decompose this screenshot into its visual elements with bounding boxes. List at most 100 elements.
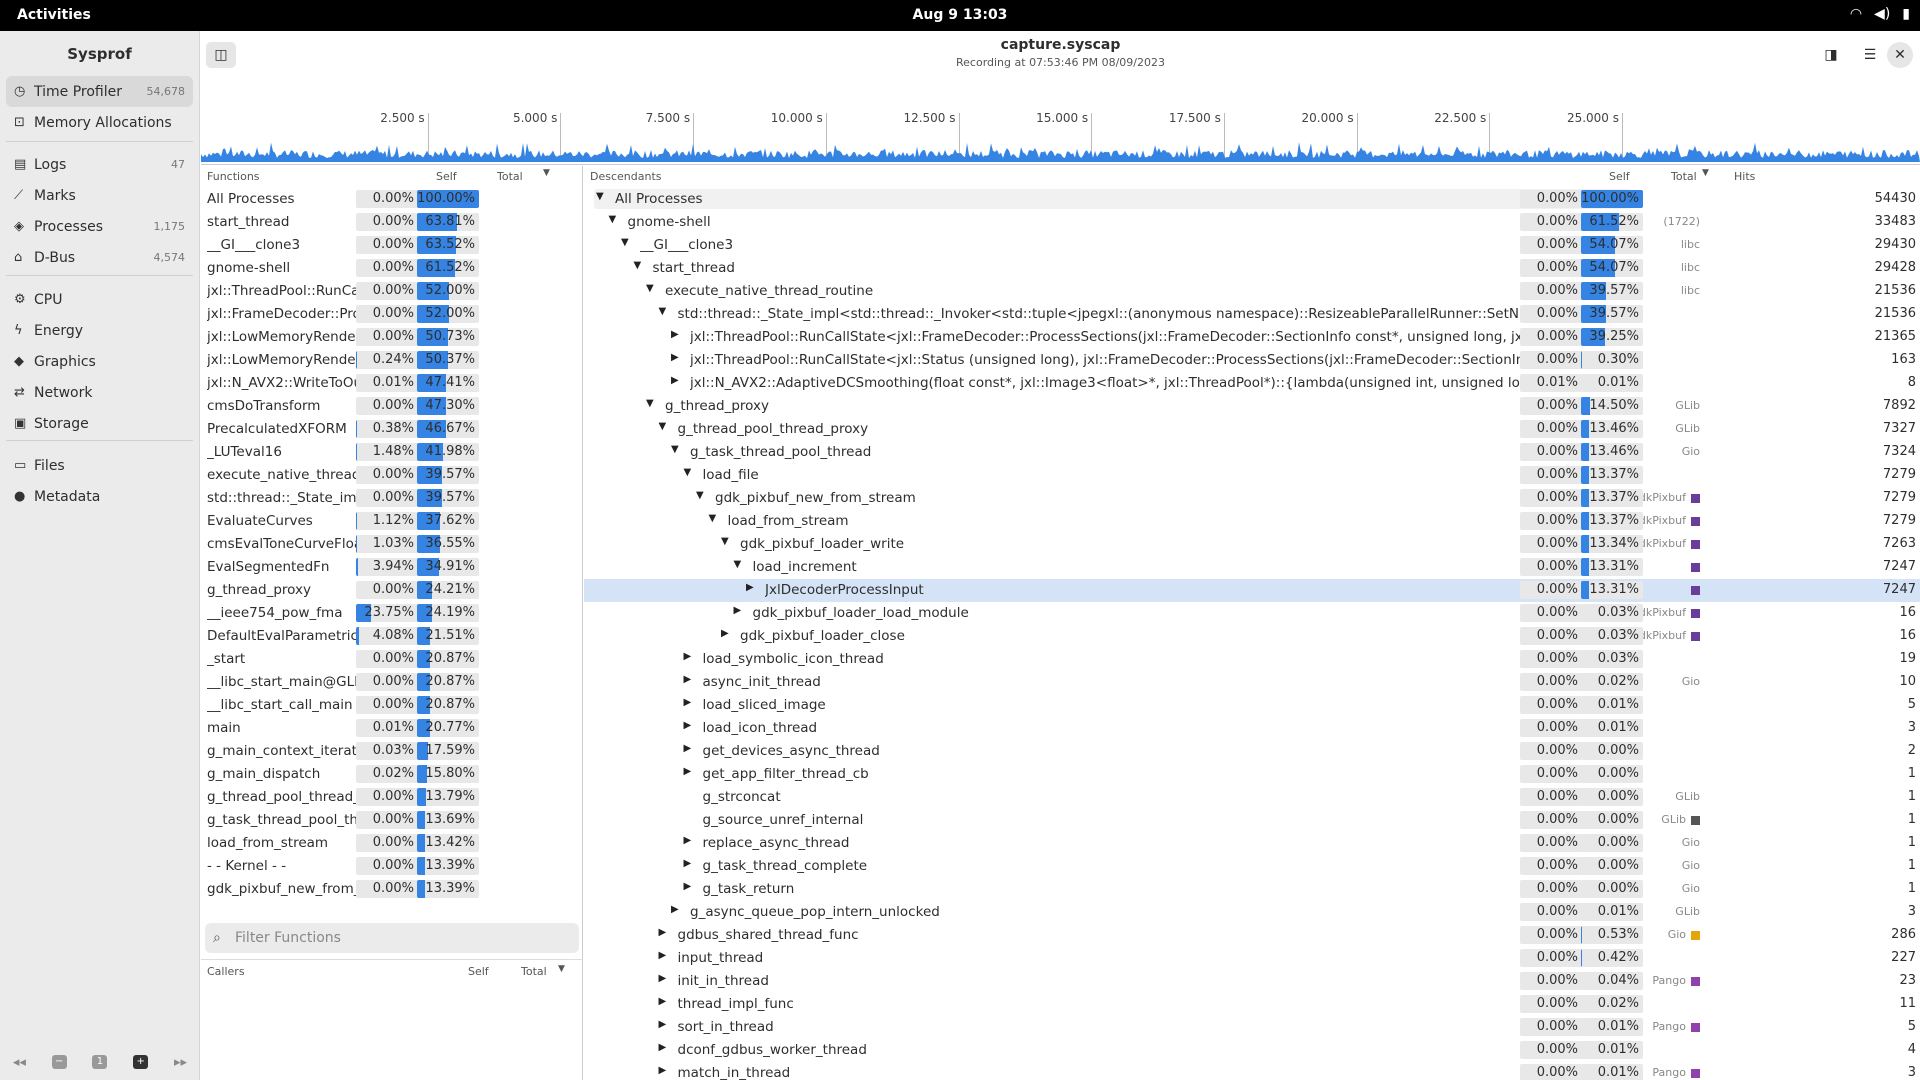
descendants-column-header[interactable]: Descendants [590, 170, 662, 183]
expander-open-icon[interactable]: ▼ [659, 306, 667, 317]
expander-closed-icon[interactable]: ▶ [659, 973, 667, 984]
descendant-row[interactable]: ▼ gnome-shell (1722) 0.00% 61.52% 33483 [584, 211, 1920, 234]
function-row[interactable]: jxl::LowMemoryRenderPipeline::Process0.2… [201, 349, 583, 372]
expander-open-icon[interactable]: ▼ [646, 283, 654, 294]
expander-closed-icon[interactable]: ▶ [671, 329, 679, 340]
zoom-out-button[interactable]: − [51, 1055, 67, 1069]
expander-open-icon[interactable]: ▼ [734, 559, 742, 570]
expander-closed-icon[interactable]: ▶ [684, 881, 692, 892]
descendant-row[interactable]: ▶ sort_in_thread Pango 0.00% 0.01% 5 [584, 1016, 1920, 1039]
descendant-row[interactable]: g_strconcat GLib 0.00% 0.00% 1 [584, 786, 1920, 809]
expander-closed-icon[interactable]: ▶ [721, 628, 729, 639]
sidebar-item-memory-allocations[interactable]: ⊡ Memory Allocations [6, 107, 193, 138]
expander-open-icon[interactable]: ▼ [646, 398, 654, 409]
function-row[interactable]: - - Kernel - -0.00% 13.39% [201, 855, 583, 878]
descendant-row[interactable]: ▶ g_async_queue_pop_intern_unlocked GLib 0.… [584, 901, 1920, 924]
sidebar-item-files[interactable]: ▭ Files [6, 450, 193, 481]
descendant-row[interactable]: ▼ gdk_pixbuf_loader_write GdkPixbuf 0.00% 13… [584, 533, 1920, 556]
expander-closed-icon[interactable]: ▶ [671, 352, 679, 363]
function-row[interactable]: g_main_context_iterate_unlocked 0.03% 17.5… [201, 740, 583, 763]
functions-column-header[interactable]: Functions [207, 170, 260, 183]
function-row[interactable]: __libc_start_main@GLIBC_2.2.5 0.00% 20.87% [201, 671, 583, 694]
function-row[interactable]: __GI___clone3 0.00% 63.52% [201, 234, 583, 257]
clock[interactable]: Aug 9 13:03 [0, 7, 1920, 23]
total-column-header[interactable]: Total [497, 170, 523, 183]
descendant-row[interactable]: ▼ g_task_thread_pool_thread Gio 0.00% 13.46%… [584, 441, 1920, 464]
function-row[interactable]: jxl::N_AVX2::WriteToOutputStage 0.01% 47.4… [201, 372, 583, 395]
expander-closed-icon[interactable]: ▶ [659, 1042, 667, 1053]
expander-closed-icon[interactable]: ▶ [746, 582, 754, 593]
expander-closed-icon[interactable]: ▶ [684, 743, 692, 754]
sidebar-item-energy[interactable]: ϟ Energy [6, 315, 193, 346]
descendant-row[interactable]: ▶ match_in_thread Pango 0.00% 0.01% 3 [584, 1062, 1920, 1080]
close-button[interactable]: ✕ [1887, 42, 1913, 68]
descendant-row[interactable]: ▼ g_thread_pool_thread_proxy GLib 0.00% 13.4… [584, 418, 1920, 441]
expander-closed-icon[interactable]: ▶ [684, 858, 692, 869]
sidebar-item-marks[interactable]: ⟋ Marks [6, 180, 193, 211]
descendant-row[interactable]: ▶ jxl::N_AVX2::AdaptiveDCSmoothing(float … [584, 372, 1920, 395]
timeline[interactable]: 2.500 s 5.000 s 7.500 s 10.000 s 12.500 s 15.… [201, 78, 1920, 165]
expander-closed-icon[interactable]: ▶ [734, 605, 742, 616]
function-row[interactable]: g_thread_proxy 0.00% 24.21% [201, 579, 583, 602]
expander-closed-icon[interactable]: ▶ [684, 766, 692, 777]
descendant-row[interactable]: ▶ dconf_gdbus_worker_thread 0.00% 0.01% 4 [584, 1039, 1920, 1062]
expander-open-icon[interactable]: ▼ [621, 237, 629, 248]
descendant-row[interactable]: ▶ jxl::ThreadPool::RunCallState<jxl::Fram… [584, 326, 1920, 349]
function-row[interactable]: PrecalculatedXFORM 0.38% 46.67% [201, 418, 583, 441]
function-row[interactable]: g_task_thread_pool_thread 0.00% 13.69% [201, 809, 583, 832]
callers-column-header[interactable]: Callers [207, 965, 245, 978]
function-row[interactable]: g_thread_pool_thread_proxy 0.00% 13.79% [201, 786, 583, 809]
descendant-row[interactable]: ▶ gdbus_shared_thread_func Gio 0.00% 0.53% 28… [584, 924, 1920, 947]
skip-forward-icon[interactable]: ▸▸ [174, 1055, 187, 1070]
expander-closed-icon[interactable]: ▶ [659, 950, 667, 961]
desc-self-column-header[interactable]: Self [1609, 170, 1630, 183]
system-tray[interactable]: ◠ ◀) ▮ [1850, 6, 1910, 22]
function-row[interactable]: load_from_stream 0.00% 13.42% [201, 832, 583, 855]
sidebar-item-storage[interactable]: ▣ Storage [6, 408, 193, 439]
expander-open-icon[interactable]: ▼ [659, 421, 667, 432]
expander-closed-icon[interactable]: ▶ [659, 996, 667, 1007]
sidebar-item-graphics[interactable]: ◆ Graphics [6, 346, 193, 377]
sidebar-item-cpu[interactable]: ⚙ CPU [6, 284, 193, 315]
descendant-row[interactable]: ▼ gdk_pixbuf_new_from_stream GdkPixbuf 0.00… [584, 487, 1920, 510]
expander-closed-icon[interactable]: ▶ [659, 1065, 667, 1076]
menu-button[interactable]: ☰ [1855, 42, 1885, 68]
function-row[interactable]: EvalSegmentedFn 3.94% 34.91% [201, 556, 583, 579]
function-row[interactable]: __ieee754_pow_fma 23.75% 24.19% [201, 602, 583, 625]
expander-closed-icon[interactable]: ▶ [684, 720, 692, 731]
function-row[interactable]: _LUTeval16 1.48% 41.98% [201, 441, 583, 464]
descendant-row[interactable]: ▼ start_thread libc 0.00% 54.07% 29428 [584, 257, 1920, 280]
expander-closed-icon[interactable]: ▶ [659, 1019, 667, 1030]
function-row[interactable]: gnome-shell 0.00% 61.52% [201, 257, 583, 280]
function-row[interactable]: main 0.01% 20.77% [201, 717, 583, 740]
sidebar-item-time-profiler[interactable]: ◷ Time Profiler 54,678 [6, 76, 193, 107]
expander-closed-icon[interactable]: ▶ [684, 651, 692, 662]
descendant-row[interactable]: ▼ __GI___clone3 libc 0.00% 54.07% 29430 [584, 234, 1920, 257]
expander-closed-icon[interactable]: ▶ [659, 927, 667, 938]
expander-open-icon[interactable]: ▼ [696, 490, 704, 501]
desc-total-column-header[interactable]: Total [1671, 170, 1697, 183]
function-row[interactable]: gdk_pixbuf_new_from_stream 0.00% 13.39% [201, 878, 583, 898]
expander-closed-icon[interactable]: ▶ [671, 904, 679, 915]
callers-self-header[interactable]: Self [468, 965, 489, 978]
expander-closed-icon[interactable]: ▶ [684, 697, 692, 708]
function-row[interactable]: All Processes 0.00% 100.00% [201, 188, 583, 211]
panel-toggle-button[interactable]: ◨ [1816, 42, 1846, 68]
function-row[interactable]: execute_native_thread_routine 0.00% 39.57% [201, 464, 583, 487]
descendant-row[interactable]: ▶ input_thread 0.00% 0.42% 227 [584, 947, 1920, 970]
descendant-row[interactable]: ▼ std::thread::_State_impl<std::thread::_… [584, 303, 1920, 326]
descendant-row[interactable]: ▼ load_from_stream GdkPixbuf 0.00% 13.37% 727… [584, 510, 1920, 533]
skip-back-icon[interactable]: ◂◂ [13, 1055, 26, 1070]
sidebar-item-d-bus[interactable]: ⌂ D-Bus 4,574 [6, 242, 193, 273]
function-row[interactable]: std::thread::_State_impl<std::thread0.00… [201, 487, 583, 510]
expander-open-icon[interactable]: ▼ [596, 191, 604, 202]
descendant-row[interactable]: ▼ execute_native_thread_routine libc 0.00% 3… [584, 280, 1920, 303]
zoom-in-button[interactable]: + [133, 1055, 149, 1069]
sidebar-item-processes[interactable]: ◈ Processes 1,175 [6, 211, 193, 242]
sidebar-item-metadata[interactable]: ● Metadata [6, 481, 193, 512]
function-row[interactable]: cmsEvalToneCurveFloat 1.03% 36.55% [201, 533, 583, 556]
expander-closed-icon[interactable]: ▶ [684, 835, 692, 846]
callers-total-header[interactable]: Total [521, 965, 547, 978]
function-row[interactable]: EvaluateCurves 1.12% 37.62% [201, 510, 583, 533]
descendant-row[interactable]: ▶ gdk_pixbuf_loader_close GdkPixbuf 0.00% 0.… [584, 625, 1920, 648]
